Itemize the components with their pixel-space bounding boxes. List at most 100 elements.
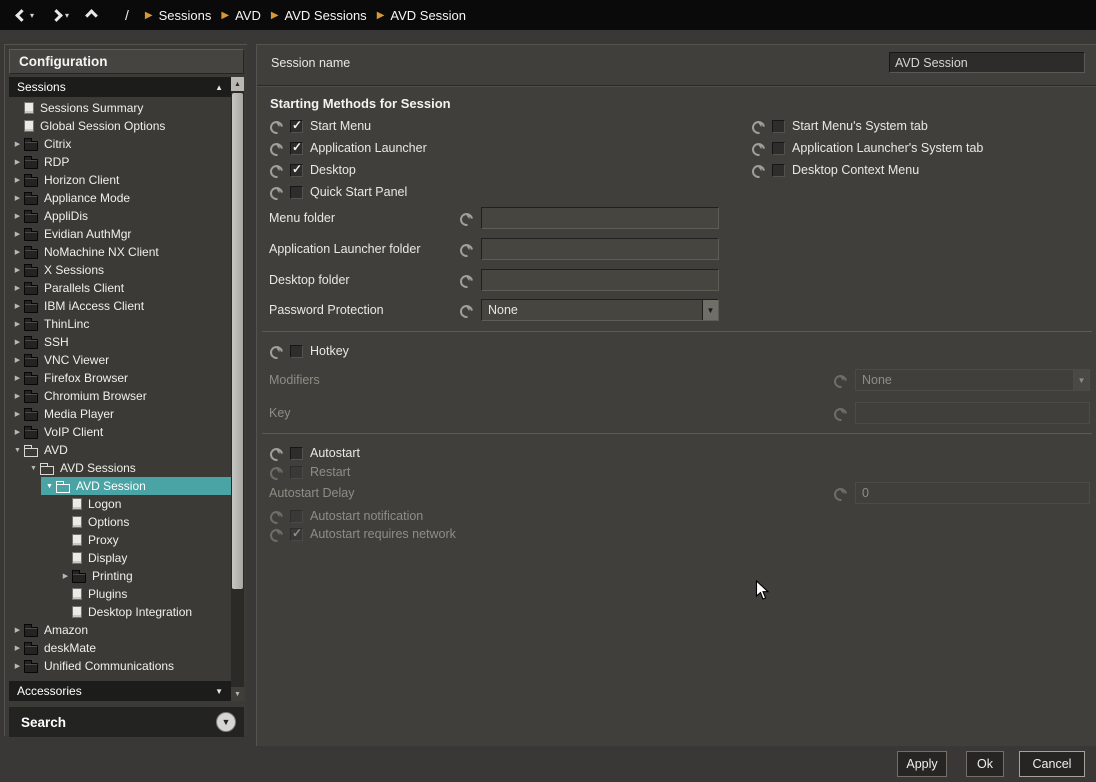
tree-item-nomachine-nx-client[interactable]: ▶NoMachine NX Client [9,243,231,261]
expand-arrow-icon[interactable]: ▶ [11,338,24,346]
breadcrumb-item-avd[interactable]: AVD [235,8,261,23]
revert-icon[interactable] [269,446,283,460]
revert-icon[interactable] [269,119,283,133]
expand-arrow-icon[interactable]: ▶ [11,428,24,436]
password-protection-select[interactable]: None ▼ [481,299,719,321]
application-launcher-system-tab-checkbox[interactable] [772,142,785,155]
tree-item-plugins[interactable]: Plugins [57,585,231,603]
cancel-button[interactable]: Cancel [1019,751,1085,777]
start-menu-system-tab-checkbox[interactable] [772,120,785,133]
breadcrumb-item-avd-session[interactable]: AVD Session [390,8,466,23]
revert-icon[interactable] [269,163,283,177]
expand-arrow-icon[interactable]: ▶ [11,392,24,400]
expand-arrow-icon[interactable]: ▶ [11,356,24,364]
desktop-context-menu-checkbox[interactable] [772,164,785,177]
collapse-arrow-icon[interactable]: ▼ [43,483,56,490]
tree-item-global-session-options[interactable]: Global Session Options [9,117,231,135]
tree-item-citrix[interactable]: ▶Citrix [9,135,231,153]
tree-item-avd[interactable]: ▼AVD [9,441,231,459]
start-menu-checkbox[interactable] [290,120,303,133]
tree-item-x-sessions[interactable]: ▶X Sessions [9,261,231,279]
tree-item-proxy[interactable]: Proxy [57,531,231,549]
forward-button[interactable]: ▾ [43,6,78,25]
expand-arrow-icon[interactable]: ▶ [11,302,24,310]
application-launcher-checkbox[interactable] [290,142,303,155]
back-button[interactable]: ▾ [8,6,43,25]
tree-item-chromium-browser[interactable]: ▶Chromium Browser [9,387,231,405]
application-launcher-folder-input[interactable] [481,238,719,260]
tree-item-deskmate[interactable]: ▶deskMate [9,639,231,657]
expand-arrow-icon[interactable]: ▶ [11,140,24,148]
quick-start-panel-checkbox[interactable] [290,186,303,199]
revert-icon[interactable] [459,273,473,287]
revert-icon[interactable] [751,119,765,133]
tree-item-ibm-iaccess-client[interactable]: ▶IBM iAccess Client [9,297,231,315]
revert-icon[interactable] [751,141,765,155]
scroll-down-button[interactable]: ▼ [231,687,244,701]
tree-item-ssh[interactable]: ▶SSH [9,333,231,351]
expand-arrow-icon[interactable]: ▶ [11,230,24,238]
expand-arrow-icon[interactable]: ▶ [11,284,24,292]
expand-arrow-icon[interactable]: ▶ [59,572,72,580]
revert-icon[interactable] [269,344,283,358]
expand-arrow-icon[interactable]: ▶ [11,266,24,274]
tree-item-evidian-authmgr[interactable]: ▶Evidian AuthMgr [9,225,231,243]
expand-arrow-icon[interactable]: ▶ [11,320,24,328]
revert-icon[interactable] [269,185,283,199]
revert-icon[interactable] [751,163,765,177]
collapse-arrow-icon[interactable]: ▼ [27,465,40,472]
expand-arrow-icon[interactable]: ▶ [11,176,24,184]
tree-item-options[interactable]: Options [57,513,231,531]
forward-history-caret-icon[interactable]: ▾ [65,12,69,20]
revert-icon[interactable] [269,141,283,155]
collapse-arrow-icon[interactable]: ▼ [11,447,24,454]
accessories-section-header[interactable]: Accessories ▼ [9,681,231,701]
revert-icon[interactable] [459,211,473,225]
autostart-checkbox[interactable] [290,447,303,460]
sidebar-scrollbar[interactable]: ▲ ▼ [231,77,244,701]
tree-item-vnc-viewer[interactable]: ▶VNC Viewer [9,351,231,369]
tree-item-parallels-client[interactable]: ▶Parallels Client [9,279,231,297]
up-button[interactable] [78,6,105,25]
expand-arrow-icon[interactable]: ▶ [11,158,24,166]
menu-folder-input[interactable] [481,207,719,229]
session-name-input[interactable] [889,52,1085,73]
ok-button[interactable]: Ok [966,751,1004,777]
tree-item-horizon-client[interactable]: ▶Horizon Client [9,171,231,189]
sessions-section-header[interactable]: Sessions ▲ [9,77,231,97]
expand-arrow-icon[interactable]: ▶ [11,374,24,382]
tree-item-avd-session[interactable]: ▼AVD Session [41,477,231,495]
apply-button[interactable]: Apply [897,751,947,777]
tree-item-logon[interactable]: Logon [57,495,231,513]
expand-arrow-icon[interactable]: ▶ [11,212,24,220]
expand-arrow-icon[interactable]: ▶ [11,248,24,256]
search-expand-button[interactable]: ▼ [216,712,236,732]
revert-icon[interactable] [459,242,473,256]
tree-item-voip-client[interactable]: ▶VoIP Client [9,423,231,441]
expand-arrow-icon[interactable]: ▶ [11,644,24,652]
expand-arrow-icon[interactable]: ▶ [11,410,24,418]
tree-item-sessions-summary[interactable]: Sessions Summary [9,99,231,117]
search-section-header[interactable]: Search ▼ [9,707,244,737]
tree-item-printing[interactable]: ▶Printing [57,567,231,585]
tree-item-desktop-integration[interactable]: Desktop Integration [57,603,231,621]
expand-arrow-icon[interactable]: ▶ [11,662,24,670]
tree-item-unified-communications[interactable]: ▶Unified Communications [9,657,231,675]
tree-item-firefox-browser[interactable]: ▶Firefox Browser [9,369,231,387]
desktop-folder-input[interactable] [481,269,719,291]
tree-item-media-player[interactable]: ▶Media Player [9,405,231,423]
scrollbar-thumb[interactable] [232,93,243,589]
tree-item-appliance-mode[interactable]: ▶Appliance Mode [9,189,231,207]
tree-item-display[interactable]: Display [57,549,231,567]
dropdown-arrow-icon[interactable]: ▼ [702,300,718,320]
tree-item-amazon[interactable]: ▶Amazon [9,621,231,639]
desktop-checkbox[interactable] [290,164,303,177]
back-history-caret-icon[interactable]: ▾ [30,12,34,20]
breadcrumb-item-avd-sessions[interactable]: AVD Sessions [285,8,367,23]
tree-item-avd-sessions[interactable]: ▼AVD Sessions [25,459,231,477]
revert-icon[interactable] [459,303,473,317]
tree-item-rdp[interactable]: ▶RDP [9,153,231,171]
tree-item-thinlinc[interactable]: ▶ThinLinc [9,315,231,333]
hotkey-checkbox[interactable] [290,345,303,358]
scroll-up-button[interactable]: ▲ [231,77,244,91]
